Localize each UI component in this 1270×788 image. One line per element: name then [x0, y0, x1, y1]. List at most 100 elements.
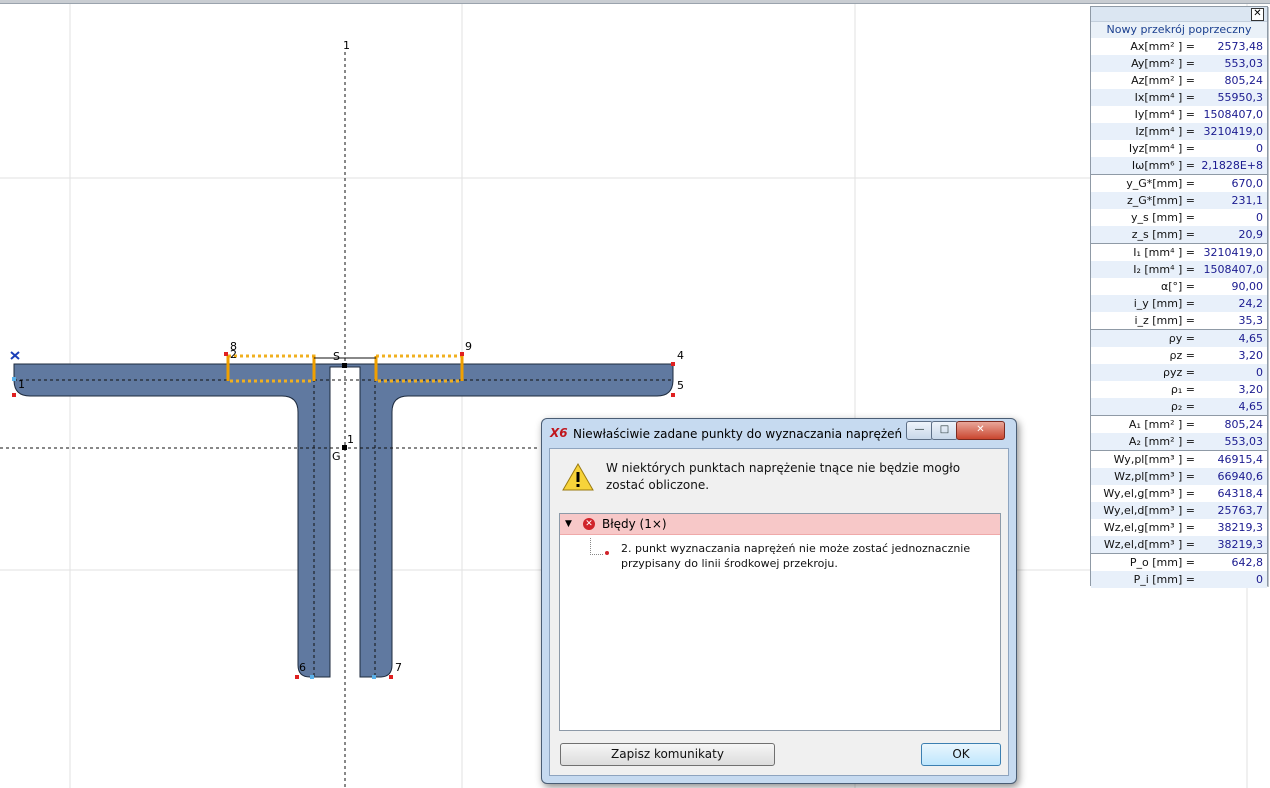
shear-center-marker: [342, 363, 347, 368]
property-name: ρ₂ =: [1170, 400, 1195, 413]
property-name: Wz,pl[mm³ ] =: [1114, 470, 1195, 483]
property-name: Ix[mm⁴ ] =: [1134, 91, 1195, 104]
property-row: y_s [mm] = 0: [1091, 209, 1267, 226]
property-value: 3,20: [1238, 383, 1264, 396]
property-value: 64318,4: [1217, 487, 1264, 500]
property-value: 20,9: [1238, 228, 1264, 241]
point-label-8: 8: [230, 340, 237, 353]
point-label-4: 4: [677, 349, 684, 362]
property-value: 24,2: [1238, 297, 1264, 310]
property-value: 2573,48: [1217, 40, 1264, 53]
property-name: A₁ [mm² ] =: [1128, 418, 1195, 431]
property-row: Wy,el,d[mm³ ] = 25763,7: [1091, 502, 1267, 519]
property-row: z_G*[mm] = 231,1: [1091, 192, 1267, 209]
property-value: 35,3: [1238, 314, 1264, 327]
error-item[interactable]: 2. punkt wyznaczania naprężeń nie może z…: [621, 541, 981, 571]
panel-close-button[interactable]: ✕: [1251, 8, 1264, 21]
property-name: Ay[mm² ] =: [1131, 57, 1195, 70]
property-name: Iy[mm⁴ ] =: [1134, 108, 1195, 121]
point-marker: [460, 352, 464, 356]
property-name: Wy,el,g[mm³ ] =: [1103, 487, 1195, 500]
property-row: ρyz = 0: [1091, 364, 1267, 381]
property-row: P_o [mm] = 642,8: [1091, 553, 1267, 571]
property-value: 0: [1256, 211, 1263, 224]
dialog-body: W niektórych punktach naprężenie tnące n…: [549, 448, 1009, 776]
errors-group-header[interactable]: ▼ ✕ Błędy (1×): [560, 514, 1000, 535]
property-value: 46915,4: [1217, 453, 1264, 466]
property-name: Iω[mm⁶ ] =: [1131, 159, 1195, 172]
property-name: Ax[mm² ] =: [1130, 40, 1195, 53]
point-label-6: 6: [299, 661, 306, 674]
error-list[interactable]: ▼ ✕ Błędy (1×) 2. punkt wyznaczania napr…: [559, 513, 1001, 731]
property-name: y_G*[mm] =: [1126, 177, 1195, 190]
property-value: 0: [1256, 142, 1263, 155]
point-marker: [671, 362, 675, 366]
property-name: Iz[mm⁴ ] =: [1135, 125, 1195, 138]
property-row: ρ₂ = 4,65: [1091, 398, 1267, 415]
point-label-1: 1: [18, 378, 25, 391]
property-name: Wz,el,g[mm³ ] =: [1103, 521, 1195, 534]
property-row: A₁ [mm² ] = 805,24: [1091, 415, 1267, 433]
errors-group-label: Błędy (1×): [602, 517, 667, 531]
point-label-5: 5: [677, 379, 684, 392]
property-row: ρz = 3,20: [1091, 347, 1267, 364]
property-value: 805,24: [1224, 418, 1264, 431]
property-row: Iy[mm⁴ ] = 1508407,0: [1091, 106, 1267, 123]
principal-axes: [0, 52, 540, 788]
property-value: 2,1828E+8: [1201, 159, 1263, 172]
warning-icon: [562, 462, 594, 491]
tree-connector: [590, 538, 603, 555]
property-row: i_y [mm] = 24,2: [1091, 295, 1267, 312]
property-name: P_i [mm] =: [1133, 573, 1195, 586]
panel-header: ✕: [1091, 7, 1267, 22]
property-name: ρz =: [1169, 349, 1195, 362]
point-marker: [671, 393, 675, 397]
property-name: Wy,pl[mm³ ] =: [1113, 453, 1195, 466]
property-row: Wz,el,d[mm³ ] = 38219,3: [1091, 536, 1267, 553]
property-name: P_o [mm] =: [1129, 556, 1195, 569]
property-value: 670,0: [1231, 177, 1264, 190]
property-row: Iz[mm⁴ ] = 3210419,0: [1091, 123, 1267, 140]
property-value: 1508407,0: [1203, 263, 1264, 276]
minimize-button[interactable]: —: [906, 421, 933, 440]
property-name: i_y [mm] =: [1133, 297, 1195, 310]
property-value: 3,20: [1238, 349, 1264, 362]
property-row: y_G*[mm] = 670,0: [1091, 174, 1267, 192]
ok-button[interactable]: OK: [921, 743, 1001, 766]
property-row: z_s [mm] = 20,9: [1091, 226, 1267, 243]
point-marker: [389, 675, 393, 679]
point-label-9: 9: [465, 340, 472, 353]
property-row: Iyz[mm⁴ ] = 0: [1091, 140, 1267, 157]
property-name: z_G*[mm] =: [1126, 194, 1195, 207]
property-name: i_z [mm] =: [1134, 314, 1195, 327]
property-row: I₂ [mm⁴ ] = 1508407,0: [1091, 261, 1267, 278]
point-marker: [295, 675, 299, 679]
maximize-button[interactable]: □: [931, 421, 958, 440]
collapse-triangle-icon[interactable]: ▼: [565, 514, 572, 534]
property-row: i_z [mm] = 35,3: [1091, 312, 1267, 329]
property-name: ρyz =: [1163, 366, 1195, 379]
property-row: A₂ [mm² ] = 553,03: [1091, 433, 1267, 450]
property-name: y_s [mm] =: [1131, 211, 1195, 224]
property-list: Ax[mm² ] = 2573,48 Ay[mm² ] = 553,03 Az[mm² …: [1091, 38, 1267, 588]
close-button[interactable]: ✕: [956, 421, 1005, 440]
property-name: Wy,el,d[mm³ ] =: [1103, 504, 1195, 517]
save-messages-button[interactable]: Zapisz komunikaty: [560, 743, 775, 766]
point-label-7: 7: [395, 661, 402, 674]
property-value: 642,8: [1231, 556, 1264, 569]
property-value: 66940,6: [1217, 470, 1264, 483]
point-marker: [224, 352, 228, 356]
property-row: Wz,el,g[mm³ ] = 38219,3: [1091, 519, 1267, 536]
dialog-titlebar[interactable]: X6 Niewłaściwie zadane punkty do wyznacz…: [542, 419, 1016, 447]
property-row: Wy,el,g[mm³ ] = 64318,4: [1091, 485, 1267, 502]
error-bullet-icon: [605, 551, 609, 555]
property-name: z_s [mm] =: [1131, 228, 1195, 241]
property-name: Wz,el,d[mm³ ] =: [1103, 538, 1195, 551]
origin-cross-icon: [10, 351, 20, 360]
app-icon: X6: [550, 426, 568, 440]
property-row: Ax[mm² ] = 2573,48: [1091, 38, 1267, 55]
property-value: 4,65: [1238, 332, 1264, 345]
property-value: 55950,3: [1217, 91, 1264, 104]
property-name: I₂ [mm⁴ ] =: [1133, 263, 1195, 276]
property-value: 231,1: [1231, 194, 1264, 207]
